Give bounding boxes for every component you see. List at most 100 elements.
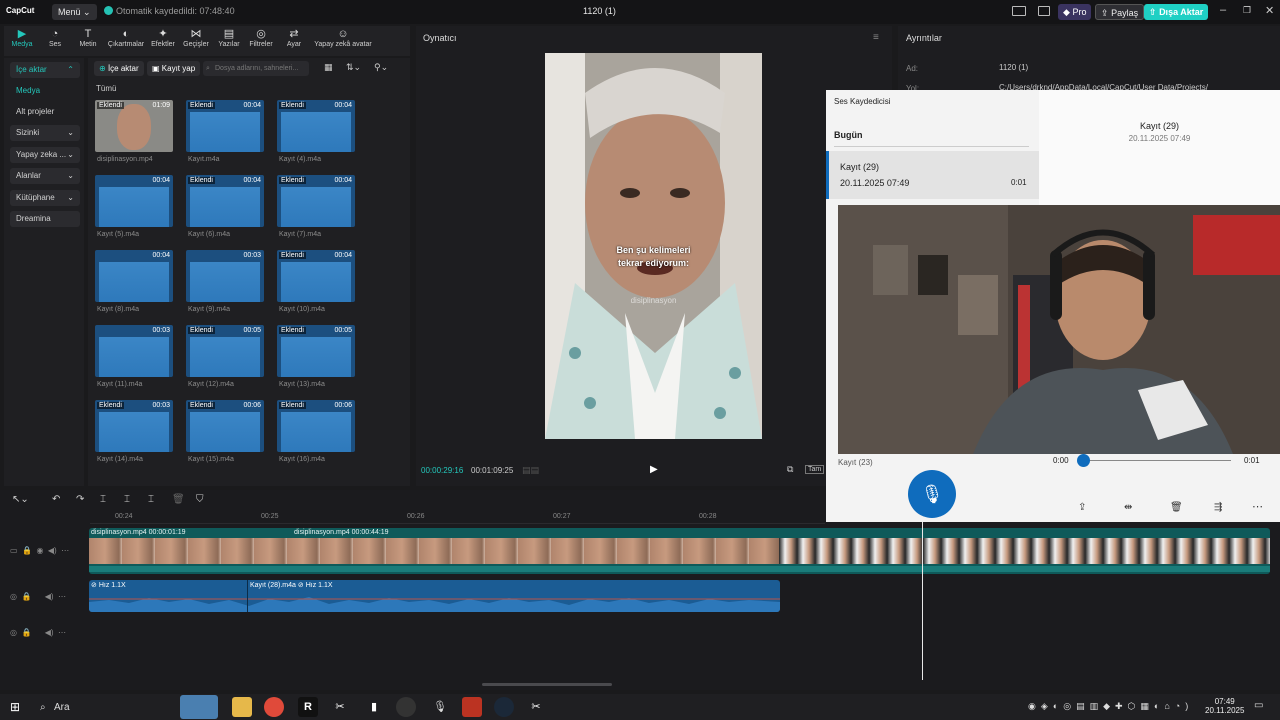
phone-icon[interactable]: ▮ — [364, 697, 384, 717]
media-item[interactable]: Eklendi 00:05 Kayıt (12).m4a — [186, 325, 266, 393]
audio-thumbnail[interactable]: Eklendi 00:06 — [277, 400, 355, 452]
menu-button[interactable]: Menü ⌄ — [52, 4, 97, 20]
sidebar-item-subprojects[interactable]: Alt projeler — [10, 104, 80, 120]
shield-icon[interactable]: ⛉ — [196, 494, 204, 505]
audio-thumbnail[interactable]: Eklendi 00:04 — [277, 100, 355, 152]
share-icon[interactable]: ⇪ — [1078, 502, 1086, 513]
more-icon[interactable]: ⋯ — [1252, 500, 1263, 513]
media-item[interactable]: Eklendi 00:05 Kayıt (13).m4a — [277, 325, 357, 393]
pro-button[interactable]: ◆ Pro — [1058, 4, 1092, 20]
media-item[interactable]: Eklendi 00:06 Kayıt (15).m4a — [186, 400, 266, 468]
sidebar-item-spaces[interactable]: Alanlar ⌄ — [10, 168, 80, 184]
volume-icon[interactable]: ◀) — [45, 628, 54, 637]
media-item[interactable]: 00:04 Kayıt (5).m4a — [95, 175, 175, 243]
sort-icon[interactable]: ⇅⌄ — [346, 62, 361, 73]
restore-icon[interactable]: ❐ — [1243, 5, 1251, 16]
taskbar-search[interactable]: ⌕ Ara — [40, 702, 70, 713]
grid-view-icon[interactable]: ▦ — [324, 62, 333, 73]
audio-thumbnail[interactable]: Eklendi 00:04 — [186, 175, 264, 227]
media-item[interactable]: Eklendi 00:03 Kayıt (14).m4a — [95, 400, 175, 468]
filter-icon[interactable]: ⚲⌄ — [374, 62, 388, 73]
select-tool-icon[interactable]: ↖⌄ — [12, 494, 29, 505]
volume-icon[interactable]: ◀) — [45, 592, 54, 601]
minimize-icon[interactable]: – — [1220, 4, 1226, 16]
file-explorer-icon[interactable] — [232, 697, 252, 717]
audio-thumbnail[interactable]: Eklendi 00:04 — [277, 250, 355, 302]
slider-thumb[interactable] — [1077, 454, 1090, 467]
sidebar-item-dreamina[interactable]: Dreamina — [10, 211, 80, 227]
import-button[interactable]: ⊕ İçe aktar — [94, 61, 144, 76]
record-button[interactable]: 🎙 — [908, 470, 956, 518]
lock-icon[interactable]: 🔒 — [21, 628, 31, 637]
eye-icon[interactable]: ◉ — [36, 546, 43, 555]
system-tray-icons[interactable]: ◉◈◐◎▤▥◆✚⬡▦◐⌂◔) — [1028, 701, 1193, 712]
menu-icon[interactable]: ≡ — [873, 32, 879, 43]
track-audio-icons[interactable]: ◎ 🔒 ◀) ⋯ — [10, 592, 66, 601]
shortcut-icon[interactable] — [1038, 6, 1050, 16]
media-item[interactable]: 00:04 Kayıt (8).m4a — [95, 250, 175, 318]
app-icon[interactable] — [462, 697, 482, 717]
audio-thumbnail[interactable]: Eklendi 00:03 — [95, 400, 173, 452]
tab-ai-avatar[interactable]: ☺ Yapay zekâ avatar — [310, 28, 376, 48]
video-thumbnail[interactable]: Eklendi 01:09 — [95, 100, 173, 152]
fullscreen-button[interactable]: Tam — [805, 465, 825, 474]
obs-icon[interactable] — [396, 697, 416, 717]
close-icon[interactable]: ✕ — [1265, 4, 1274, 17]
delete-icon[interactable]: 🗑 — [172, 494, 185, 505]
export-button[interactable]: ⇧ Dışa Aktar — [1144, 4, 1209, 20]
audio-thumbnail[interactable]: Eklendi 00:04 — [277, 175, 355, 227]
audio-thumbnail[interactable]: 00:03 — [95, 325, 173, 377]
redo-icon[interactable]: ↷ — [76, 494, 84, 505]
audio-thumbnail[interactable]: Eklendi 00:06 — [186, 400, 264, 452]
share-button[interactable]: ⇪ Paylaş — [1095, 4, 1145, 20]
lock-icon[interactable]: 🔒 — [21, 592, 31, 601]
audio-thumbnail[interactable]: 00:04 — [95, 250, 173, 302]
steam-icon[interactable] — [494, 697, 514, 717]
clock[interactable]: 07:49 20.11.2025 — [1205, 697, 1244, 715]
media-item[interactable]: Eklendi 00:04 Kayıt (10).m4a — [277, 250, 357, 318]
capcut-taskbar-icon[interactable]: ✂ — [330, 697, 350, 717]
recording-list-item[interactable]: Kayıt (29) 20.11.2025 07:49 0:01 — [826, 151, 1039, 199]
undo-icon[interactable]: ↶ — [52, 494, 60, 505]
trim-icon[interactable]: ⇹ — [1124, 502, 1132, 513]
search-input[interactable]: ⌕ Dosya adlarını, sahneleri... — [203, 61, 309, 76]
media-item[interactable]: Eklendi 00:04 Kayıt (6).m4a — [186, 175, 266, 243]
more-icon[interactable]: ⋯ — [58, 628, 66, 637]
volume-icon[interactable]: ◀) — [48, 546, 57, 555]
media-item[interactable]: Eklendi 00:06 Kayıt (16).m4a — [277, 400, 357, 468]
media-item[interactable]: 00:03 Kayıt (11).m4a — [95, 325, 175, 393]
sidebar-item-media[interactable]: Medya — [10, 83, 80, 99]
split-left-icon[interactable]: ⌶ — [124, 494, 130, 505]
timeline-scrollbar[interactable] — [482, 683, 612, 686]
play-icon[interactable]: ▶ — [650, 464, 658, 475]
track-video-icons[interactable]: ▭ 🔒 ◉ ◀) ⋯ — [10, 546, 69, 555]
audio-thumbnail[interactable]: 00:04 — [95, 175, 173, 227]
playback-slider[interactable] — [1083, 460, 1231, 461]
playhead[interactable] — [922, 510, 923, 680]
audio-thumbnail[interactable]: Eklendi 00:05 — [186, 325, 264, 377]
split-icon[interactable]: ⌶ — [100, 494, 106, 505]
timecode-icon[interactable]: ▤▤ — [522, 465, 539, 476]
chrome-icon[interactable] — [264, 697, 284, 717]
split-right-icon[interactable]: ⌶ — [148, 494, 154, 505]
notification-icon[interactable]: ▭ — [1254, 700, 1263, 711]
audio-track[interactable]: ⊘ Hız 1.1X Kayıt (28).m4a ⊘ Hız 1.1X — [89, 580, 780, 612]
windows-start-icon[interactable]: ⊞ — [10, 700, 20, 714]
audio-thumbnail[interactable]: Eklendi 00:04 — [186, 100, 264, 152]
sidebar-item-ai[interactable]: Yapay zeka ... ⌄ — [10, 147, 80, 163]
media-item[interactable]: Eklendi 00:04 Kayıt.m4a — [186, 100, 266, 168]
lock-icon[interactable]: 🔒 — [22, 546, 32, 555]
media-item[interactable]: Eklendi 00:04 Kayıt (7).m4a — [277, 175, 357, 243]
track-audio2-icons[interactable]: ◎ 🔒 ◀) ⋯ — [10, 628, 66, 637]
audio-thumbnail[interactable]: Eklendi 00:05 — [277, 325, 355, 377]
sidebar-item-library[interactable]: Kütüphane ⌄ — [10, 190, 80, 206]
layout-icon[interactable] — [1012, 6, 1026, 16]
more-icon[interactable]: ⋯ — [61, 546, 69, 555]
ratio-icon[interactable]: ⧉ — [787, 464, 793, 475]
video-track[interactable]: disiplinasyon.mp4 00:00:01:19 disiplinas… — [89, 528, 1270, 574]
sidebar-item-yours[interactable]: Sizinki ⌄ — [10, 125, 80, 141]
media-item[interactable]: Eklendi 01:09 disiplinasyon.mp4 — [95, 100, 175, 168]
audio-thumbnail[interactable]: 00:03 — [186, 250, 264, 302]
weather-widget-icon[interactable] — [180, 695, 218, 719]
record-button[interactable]: ▣ Kayıt yap — [147, 61, 201, 76]
